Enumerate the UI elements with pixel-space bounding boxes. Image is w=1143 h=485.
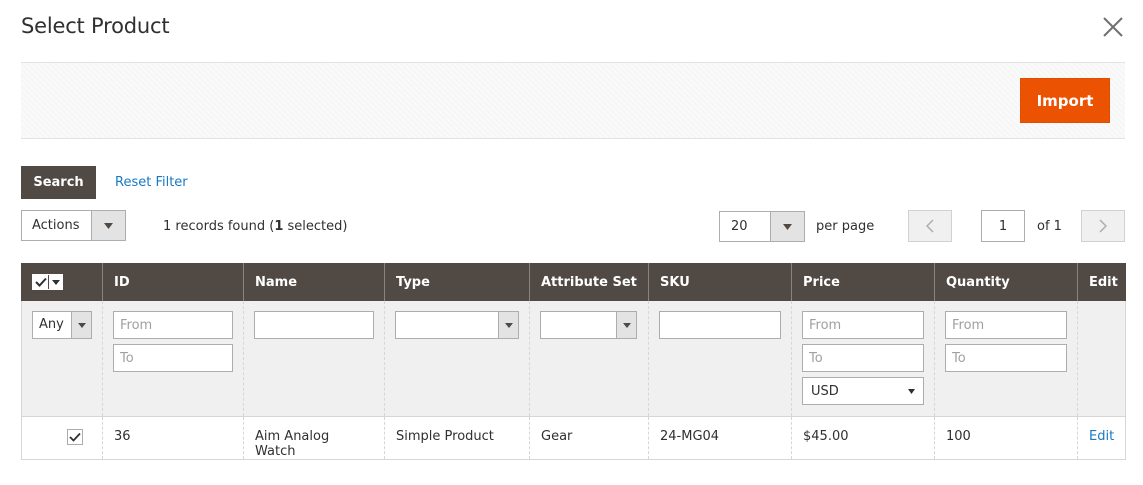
checkmark-icon [34, 277, 47, 287]
cell-price: $45.00 [791, 416, 935, 460]
page-total: of 1 [1037, 219, 1062, 234]
caret-down-icon [908, 388, 915, 394]
modal-title: Select Product [21, 14, 170, 38]
in-products-filter[interactable]: Any [32, 311, 92, 339]
column-header-type[interactable]: Type [384, 263, 530, 301]
cell-id: 36 [102, 416, 244, 460]
page-actions-bar [21, 62, 1125, 139]
column-header-quantity[interactable]: Quantity [934, 263, 1078, 301]
per-page-value: 20 [731, 219, 748, 234]
close-button[interactable] [1101, 15, 1125, 39]
mass-select-control[interactable] [32, 274, 63, 290]
id-to-field[interactable] [113, 344, 233, 372]
chevron-down-icon [77, 322, 86, 328]
actions-dropdown-toggle[interactable] [91, 211, 125, 240]
attribute-set-filter-select[interactable] [540, 311, 637, 339]
filter-cell-attribute-set [529, 301, 649, 417]
filter-cell-sku [648, 301, 792, 417]
previous-page-button[interactable] [908, 210, 952, 242]
type-filter-toggle[interactable] [498, 312, 518, 338]
search-button[interactable]: Search [21, 166, 96, 199]
edit-link[interactable]: Edit [1089, 429, 1114, 444]
cell-quantity: 100 [934, 416, 1078, 460]
chevron-down-icon [51, 279, 60, 285]
chevron-right-icon [1099, 219, 1107, 233]
page-number-input[interactable] [981, 210, 1025, 242]
filter-cell-name [243, 301, 385, 417]
currency-select[interactable]: USD [802, 377, 924, 405]
chevron-down-icon [504, 322, 513, 328]
type-filter-select[interactable] [395, 311, 519, 339]
price-to-field[interactable] [802, 344, 924, 372]
cell-attribute-set: Gear [529, 416, 649, 460]
filter-cell-id [102, 301, 244, 417]
column-header-sku[interactable]: SKU [648, 263, 792, 301]
type-filter-value [396, 312, 498, 338]
chevron-left-icon [926, 219, 934, 233]
filter-cell-edit [1077, 301, 1126, 417]
next-page-button[interactable] [1081, 210, 1125, 242]
reset-filter-link[interactable]: Reset Filter [115, 175, 188, 190]
filter-row: Any From To From To USD From To [21, 301, 1126, 417]
filter-cell-quantity [934, 301, 1078, 417]
products-grid: ID Name Type Attribute Set SKU Price Qua… [21, 263, 1126, 460]
name-filter-field[interactable] [254, 311, 374, 339]
id-from-field[interactable] [113, 311, 233, 339]
filter-cell-price: USD [791, 301, 935, 417]
selected-count: 1 [274, 219, 284, 234]
cell-type: Simple Product [384, 416, 530, 460]
table-row[interactable]: 36 Aim Analog Watch Simple Product Gear … [21, 416, 1126, 460]
records-found: 1 records found (1 selected) [163, 219, 347, 234]
sku-filter-field[interactable] [659, 311, 781, 339]
chevron-down-icon [104, 222, 113, 229]
cell-name: Aim Analog Watch [243, 416, 385, 460]
attribute-set-filter-toggle[interactable] [616, 312, 636, 338]
mass-select-checkbox[interactable] [33, 275, 48, 289]
grid-header-row: ID Name Type Attribute Set SKU Price Qua… [21, 263, 1126, 301]
import-button[interactable]: Import [1020, 78, 1110, 123]
attribute-set-filter-value [541, 312, 616, 338]
mass-select-dropdown[interactable] [48, 275, 62, 289]
close-icon[interactable] [1101, 15, 1125, 39]
column-header-attribute-set[interactable]: Attribute Set [529, 263, 649, 301]
filter-cell-type [384, 301, 530, 417]
actions-dropdown-label: Actions [32, 218, 80, 233]
records-text-prefix: records found ( [171, 219, 275, 234]
row-select-cell [21, 416, 103, 460]
column-header-edit: Edit [1077, 263, 1126, 301]
currency-value: USD [811, 383, 839, 399]
column-header-id[interactable]: ID [102, 263, 244, 301]
in-products-filter-toggle[interactable] [71, 312, 91, 338]
chevron-down-icon [783, 223, 792, 230]
per-page-select[interactable]: 20 [719, 211, 805, 242]
per-page-label: per page [816, 219, 875, 234]
per-page-toggle[interactable] [770, 212, 804, 241]
quantity-to-field[interactable] [945, 344, 1067, 372]
checkmark-icon [69, 432, 81, 442]
chevron-down-icon [622, 322, 631, 328]
records-text-suffix: selected) [283, 219, 348, 234]
actions-dropdown[interactable]: Actions [21, 210, 126, 241]
quantity-from-field[interactable] [945, 311, 1067, 339]
mass-select-header [21, 263, 103, 301]
in-products-filter-value: Any [39, 317, 64, 332]
cell-sku: 24-MG04 [648, 416, 792, 460]
column-header-name[interactable]: Name [243, 263, 385, 301]
column-header-price[interactable]: Price [791, 263, 935, 301]
filter-cell-select: Any [21, 301, 103, 417]
price-from-field[interactable] [802, 311, 924, 339]
cell-edit: Edit [1077, 416, 1126, 460]
row-checkbox[interactable] [67, 428, 83, 445]
